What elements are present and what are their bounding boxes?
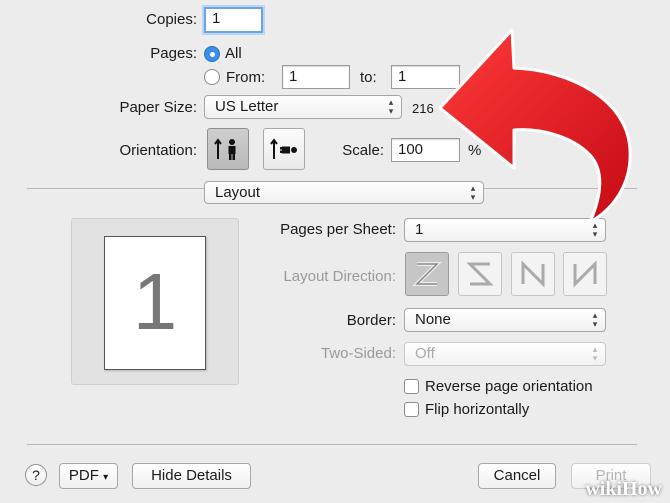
wikihow-watermark: wikiHow <box>585 478 662 500</box>
red-arrow-annotation <box>438 28 632 224</box>
